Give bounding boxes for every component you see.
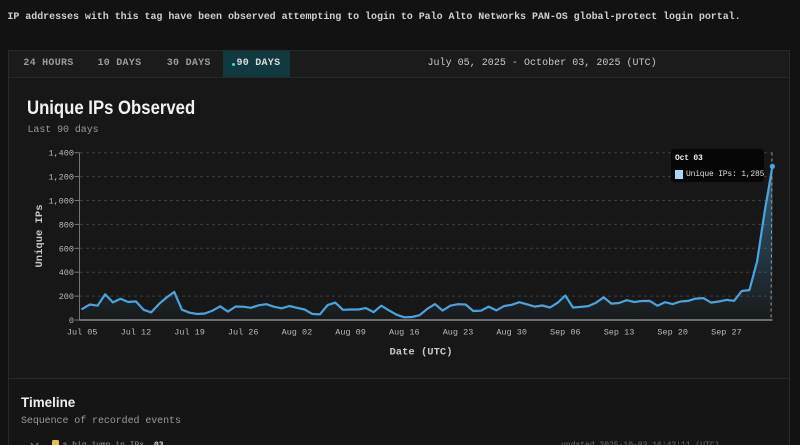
svg-text:Sep 20: Sep 20 — [657, 328, 688, 338]
svg-text:Sep 27: Sep 27 — [711, 328, 742, 338]
svg-text:Jul 05: Jul 05 — [67, 328, 98, 338]
svg-text:400: 400 — [59, 268, 74, 278]
svg-text:Sep 13: Sep 13 — [604, 328, 635, 338]
svg-text:Jul 12: Jul 12 — [121, 328, 152, 338]
svg-text:600: 600 — [59, 244, 74, 254]
svg-text:Aug 16: Aug 16 — [389, 328, 420, 338]
svg-text:Jul 26: Jul 26 — [228, 328, 259, 338]
svg-text:Date (UTC): Date (UTC) — [389, 347, 452, 359]
svg-text:1,400: 1,400 — [48, 149, 74, 159]
svg-text:Aug 09: Aug 09 — [335, 328, 366, 338]
svg-text:800: 800 — [59, 220, 74, 230]
svg-text:Aug 23: Aug 23 — [443, 328, 474, 338]
svg-text:Aug 30: Aug 30 — [496, 328, 527, 338]
svg-text:Sep 06: Sep 06 — [550, 328, 581, 338]
svg-text:Unique IPs: Unique IPs — [34, 204, 46, 267]
svg-text:1,000: 1,000 — [48, 197, 74, 207]
svg-text:200: 200 — [59, 292, 74, 302]
svg-text:1,200: 1,200 — [48, 173, 74, 183]
svg-text:0: 0 — [69, 316, 74, 326]
svg-text:Aug 02: Aug 02 — [282, 328, 313, 338]
svg-text:Jul 19: Jul 19 — [174, 328, 205, 338]
